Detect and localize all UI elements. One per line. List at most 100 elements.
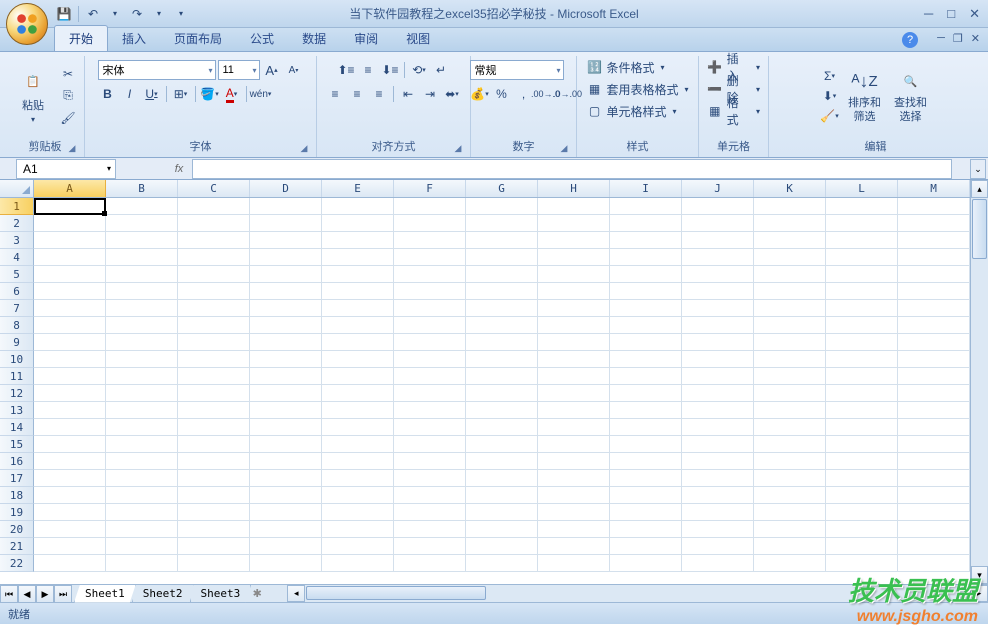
cell[interactable] — [538, 487, 610, 503]
cell[interactable] — [250, 453, 322, 469]
cell[interactable] — [394, 487, 466, 503]
decrease-indent-button[interactable]: ⇤ — [398, 84, 418, 104]
cell[interactable] — [898, 419, 970, 435]
cell[interactable] — [538, 555, 610, 571]
cell[interactable] — [106, 215, 178, 231]
cell[interactable] — [34, 317, 106, 333]
expand-formula-button[interactable]: ⌄ — [970, 159, 986, 179]
cell[interactable] — [34, 300, 106, 316]
cell[interactable] — [394, 215, 466, 231]
mdi-minimize[interactable]: ─ — [937, 32, 945, 45]
cell[interactable] — [538, 317, 610, 333]
sheet-nav-last[interactable]: ⏭ — [54, 585, 72, 603]
row-header[interactable]: 5 — [0, 266, 34, 283]
cell[interactable] — [682, 538, 754, 554]
cell[interactable] — [754, 385, 826, 401]
cell[interactable] — [826, 555, 898, 571]
cell[interactable] — [106, 419, 178, 435]
cell[interactable] — [322, 504, 394, 520]
name-box[interactable]: A1▾ — [16, 159, 116, 179]
cell[interactable] — [610, 334, 682, 350]
cell[interactable] — [250, 317, 322, 333]
row-header[interactable]: 7 — [0, 300, 34, 317]
cell[interactable] — [394, 504, 466, 520]
cell[interactable] — [322, 334, 394, 350]
cell[interactable] — [34, 215, 106, 231]
column-header[interactable]: H — [538, 180, 610, 197]
cell[interactable] — [682, 487, 754, 503]
cell[interactable] — [250, 368, 322, 384]
cell[interactable] — [826, 453, 898, 469]
cell[interactable] — [250, 521, 322, 537]
cell[interactable] — [466, 317, 538, 333]
cell[interactable] — [898, 300, 970, 316]
cell[interactable] — [106, 436, 178, 452]
cell[interactable] — [538, 334, 610, 350]
scroll-up-button[interactable]: ▴ — [971, 180, 988, 198]
cell[interactable] — [394, 351, 466, 367]
redo-icon[interactable]: ↷ — [127, 4, 147, 24]
column-header[interactable]: K — [754, 180, 826, 197]
cell[interactable] — [466, 402, 538, 418]
cell[interactable] — [466, 487, 538, 503]
cell[interactable] — [34, 198, 106, 214]
format-cells-button[interactable]: ▦格式▾ — [705, 100, 762, 122]
cell[interactable] — [34, 385, 106, 401]
cell[interactable] — [898, 249, 970, 265]
cell[interactable] — [178, 555, 250, 571]
cell[interactable] — [178, 368, 250, 384]
cell[interactable] — [682, 368, 754, 384]
tab-data[interactable]: 数据 — [288, 26, 340, 51]
underline-button[interactable]: U▾ — [142, 84, 162, 104]
cell[interactable] — [754, 300, 826, 316]
cell[interactable] — [898, 470, 970, 486]
cell[interactable] — [322, 419, 394, 435]
cell[interactable] — [826, 300, 898, 316]
row-header[interactable]: 20 — [0, 521, 34, 538]
cell[interactable] — [826, 317, 898, 333]
cell[interactable] — [682, 402, 754, 418]
new-sheet-button[interactable]: ✱ — [247, 587, 267, 600]
column-header[interactable]: B — [106, 180, 178, 197]
cell[interactable] — [466, 368, 538, 384]
column-header[interactable]: C — [178, 180, 250, 197]
undo-dropdown-icon[interactable]: ▾ — [105, 4, 125, 24]
cell[interactable] — [322, 283, 394, 299]
cell[interactable] — [178, 436, 250, 452]
cell[interactable] — [106, 487, 178, 503]
cell[interactable] — [826, 215, 898, 231]
cell[interactable] — [610, 402, 682, 418]
row-header[interactable]: 19 — [0, 504, 34, 521]
cell[interactable] — [178, 300, 250, 316]
cell[interactable] — [538, 300, 610, 316]
cell[interactable] — [754, 368, 826, 384]
cell[interactable] — [34, 521, 106, 537]
cell[interactable] — [178, 402, 250, 418]
cell[interactable] — [682, 555, 754, 571]
cell[interactable] — [106, 504, 178, 520]
cell[interactable] — [34, 487, 106, 503]
cell[interactable] — [538, 368, 610, 384]
cell[interactable] — [682, 419, 754, 435]
cell[interactable] — [250, 385, 322, 401]
close-button[interactable]: ✕ — [969, 6, 980, 22]
cell[interactable] — [682, 504, 754, 520]
cell[interactable] — [754, 283, 826, 299]
wrap-text-button[interactable]: ↵ — [431, 60, 451, 80]
format-painter-button[interactable]: 🖌 — [58, 108, 78, 128]
cell[interactable] — [250, 419, 322, 435]
bold-button[interactable]: B — [98, 84, 118, 104]
conditional-format-button[interactable]: 🔢条件格式▾ — [584, 56, 666, 78]
cell[interactable] — [178, 317, 250, 333]
cell[interactable] — [898, 368, 970, 384]
cell[interactable] — [34, 504, 106, 520]
cell[interactable] — [466, 504, 538, 520]
cell[interactable] — [610, 249, 682, 265]
cell[interactable] — [538, 453, 610, 469]
tab-page-layout[interactable]: 页面布局 — [160, 26, 236, 51]
cell[interactable] — [106, 351, 178, 367]
cell[interactable] — [322, 317, 394, 333]
cell[interactable] — [754, 555, 826, 571]
cell[interactable] — [322, 198, 394, 214]
cell[interactable] — [466, 334, 538, 350]
